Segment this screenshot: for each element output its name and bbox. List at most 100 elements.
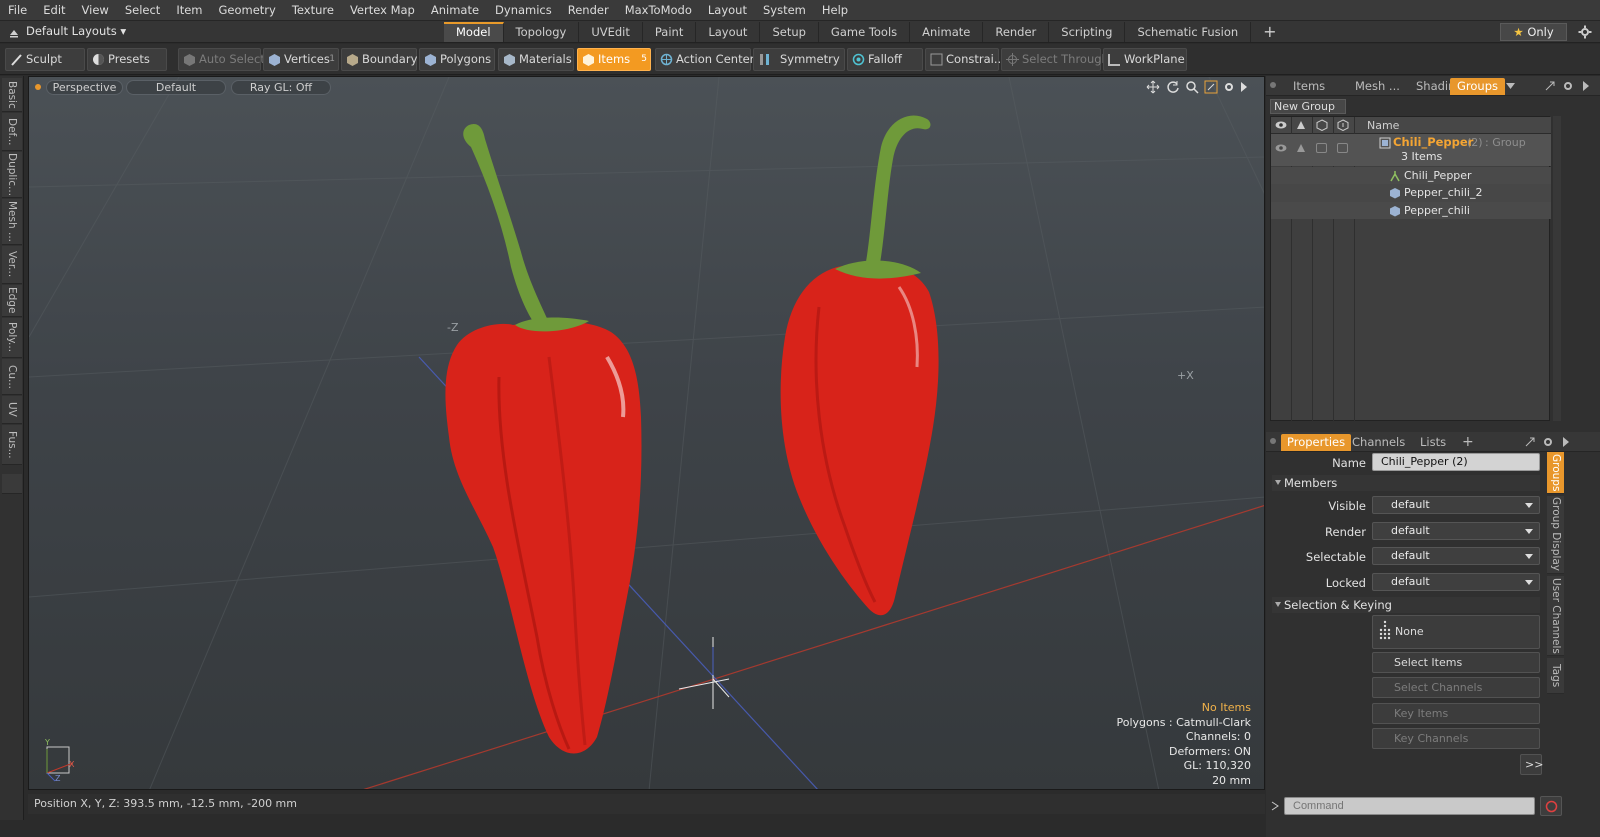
tab-render[interactable]: Render [983, 22, 1050, 42]
menu-geometry[interactable]: Geometry [211, 0, 284, 21]
menu-help[interactable]: Help [814, 0, 856, 21]
tab-game-tools[interactable]: Game Tools [819, 22, 911, 42]
group-row-chili-pepper[interactable]: Chili_Pepper (2) : Group 3 Items [1271, 134, 1551, 166]
action-center-button[interactable]: Action Center [655, 48, 754, 71]
key-items-button[interactable]: Key Items [1372, 703, 1540, 724]
viewport-gear-icon[interactable] [1222, 80, 1236, 94]
add-panel-tab-icon[interactable]: + [1462, 434, 1474, 451]
layout-collapse-icon[interactable] [8, 26, 20, 38]
tab-vertex[interactable]: Ver... [2, 246, 22, 284]
symmetry-button[interactable]: Symmetry [753, 48, 845, 71]
tab-edge[interactable]: Edge [2, 285, 22, 317]
panel-dot-icon[interactable] [1270, 438, 1276, 444]
select-through-button[interactable]: Select Through [1001, 48, 1109, 71]
menu-vertex-map[interactable]: Vertex Map [342, 0, 423, 21]
menu-file[interactable]: File [0, 0, 35, 21]
side-tab-tags[interactable]: Tags [1547, 658, 1564, 694]
falloff-button[interactable]: Falloff [847, 48, 923, 71]
add-tab-icon[interactable]: + [1251, 22, 1288, 42]
fit-icon[interactable] [1204, 80, 1218, 94]
tab-fusion[interactable]: Fus... [2, 425, 22, 465]
auto-select-button[interactable]: Auto Select [178, 48, 265, 71]
items-button[interactable]: Items 5 [577, 48, 651, 71]
layouts-dropdown[interactable]: Default Layouts ▾ [26, 24, 126, 38]
side-tab-group-display[interactable]: Group Display [1547, 496, 1564, 574]
3d-viewport[interactable]: -Z +X Y X Z Perspective Default Ray GL: … [28, 76, 1265, 790]
workplane-button[interactable]: WorkPlane [1103, 48, 1187, 71]
group-lock-toggle[interactable] [1337, 143, 1348, 153]
groups-scrollbar[interactable] [1553, 116, 1561, 421]
view-mode-dropdown[interactable]: Perspective [46, 80, 123, 95]
maximize-icon[interactable] [1544, 80, 1556, 92]
gear-icon[interactable] [1578, 25, 1592, 39]
tab-basic[interactable]: Basic [2, 78, 22, 112]
menu-edit[interactable]: Edit [35, 0, 73, 21]
tab-channels[interactable]: Channels [1352, 434, 1405, 451]
raygl-dropdown[interactable]: Ray GL: Off [231, 80, 331, 95]
polygons-button[interactable]: Polygons [419, 48, 495, 71]
tab-uv[interactable]: UV [2, 396, 22, 424]
select-items-button[interactable]: Select Items [1372, 652, 1540, 673]
menu-maxtomodo[interactable]: MaxToModo [617, 0, 700, 21]
only-button[interactable]: ★ Only [1500, 23, 1567, 41]
lock-cube-icon[interactable] [1337, 119, 1349, 131]
none-button[interactable]: None [1372, 615, 1540, 649]
name-field[interactable]: Chili_Pepper (2) [1372, 453, 1540, 471]
tab-topology[interactable]: Topology [504, 22, 580, 42]
command-history-button[interactable] [1540, 796, 1562, 816]
new-group-button[interactable]: New Group [1270, 99, 1346, 114]
menu-item[interactable]: Item [168, 0, 210, 21]
tab-mesh-edit[interactable]: Mesh ... [2, 199, 22, 245]
menu-render[interactable]: Render [560, 0, 617, 21]
tab-setup[interactable]: Setup [760, 22, 819, 42]
tab-paint[interactable]: Paint [643, 22, 697, 42]
zoom-icon[interactable] [1185, 80, 1199, 94]
tab-scripting[interactable]: Scripting [1049, 22, 1126, 42]
tab-uvedit[interactable]: UVEdit [579, 22, 643, 42]
more-button[interactable]: >> [1520, 754, 1543, 775]
members-section[interactable]: Members [1272, 475, 1540, 491]
viewport-dot-icon[interactable] [35, 84, 41, 90]
locked-dropdown[interactable]: default [1372, 573, 1540, 591]
key-channels-button[interactable]: Key Channels [1372, 728, 1540, 749]
tab-mesh[interactable]: Mesh ... [1355, 78, 1400, 95]
tab-deform[interactable]: Def... [2, 113, 22, 151]
shading-dropdown[interactable]: Default [126, 80, 226, 95]
menu-dynamics[interactable]: Dynamics [487, 0, 560, 21]
vertices-button[interactable]: Vertices 1 [263, 48, 339, 71]
group-eye-icon[interactable] [1275, 143, 1287, 153]
panel-gear-icon[interactable] [1542, 436, 1554, 448]
chili-pepper-right[interactable] [780, 115, 939, 616]
menu-view[interactable]: View [74, 0, 117, 21]
panel-gear-icon[interactable] [1562, 80, 1574, 92]
menu-system[interactable]: System [755, 0, 814, 21]
panel-arrow-icon[interactable] [1562, 436, 1570, 448]
tab-groups[interactable]: Groups [1450, 78, 1506, 95]
tab-properties[interactable]: Properties [1281, 434, 1352, 451]
pan-icon[interactable] [1146, 80, 1160, 94]
materials-button[interactable]: Materials [498, 48, 574, 71]
select-channels-button[interactable]: Select Channels [1372, 677, 1540, 698]
tab-lists[interactable]: Lists [1420, 434, 1446, 451]
presets-button[interactable]: Presets [87, 48, 167, 71]
sculpt-button[interactable]: Sculpt [5, 48, 85, 71]
chili-pepper-left[interactable] [445, 123, 642, 754]
tab-polygon[interactable]: Poly... [2, 318, 22, 358]
side-tab-user-channels[interactable]: User Channels [1547, 576, 1564, 656]
menu-select[interactable]: Select [117, 0, 168, 21]
visible-dropdown[interactable]: default [1372, 496, 1540, 514]
selectable-dropdown[interactable]: default [1372, 547, 1540, 565]
expand-arrow-icon[interactable] [1240, 81, 1248, 93]
selection-keying-section[interactable]: Selection & Keying [1272, 597, 1540, 613]
tab-animate[interactable]: Animate [910, 22, 984, 42]
tab-duplicate[interactable]: Duplic... [2, 152, 22, 198]
group-child-row[interactable]: Pepper_chili_2 [1271, 184, 1551, 202]
menu-animate[interactable]: Animate [423, 0, 487, 21]
render-icon[interactable] [1295, 120, 1307, 130]
side-tab-groups[interactable]: Groups [1547, 452, 1564, 494]
maximize-icon[interactable] [1524, 436, 1536, 448]
tab-schematic-fusion[interactable]: Schematic Fusion [1125, 22, 1252, 42]
group-select-toggle[interactable] [1316, 143, 1327, 153]
tab-model[interactable]: Model [444, 22, 504, 42]
group-child-row[interactable]: Chili_Pepper [1271, 167, 1551, 184]
